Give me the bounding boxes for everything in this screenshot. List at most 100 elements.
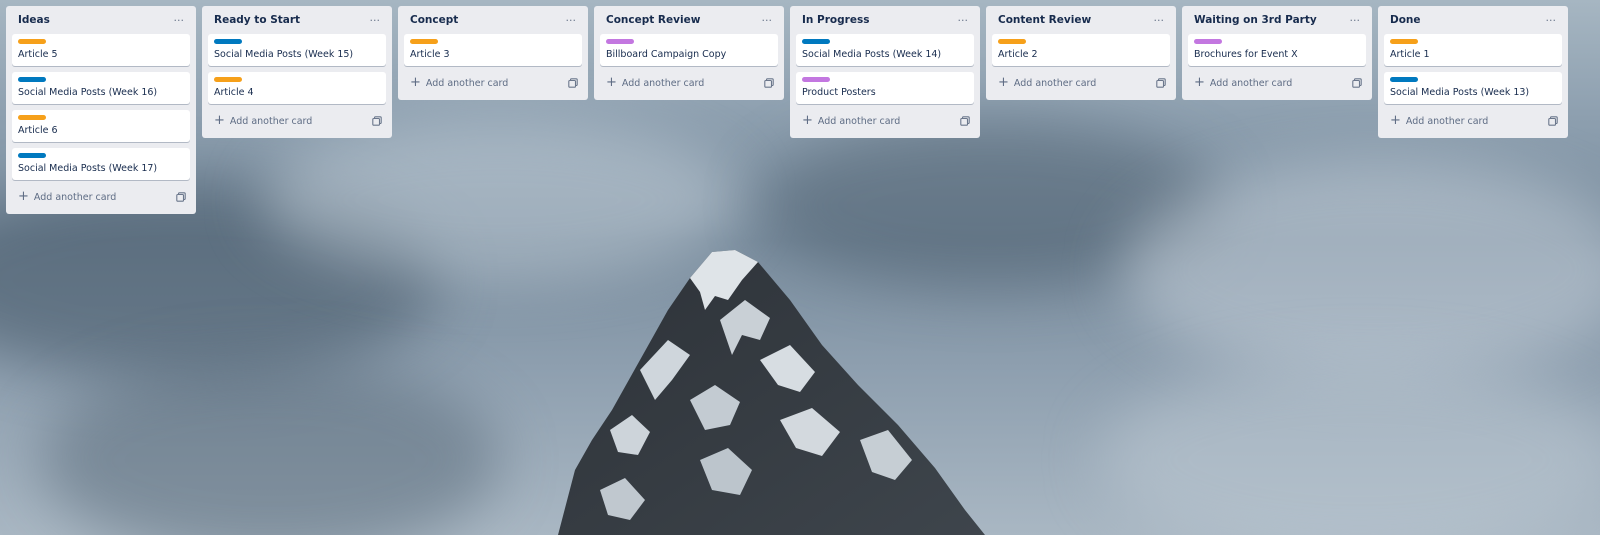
list-title[interactable]: Concept xyxy=(410,14,458,26)
add-card-row: + Add another card xyxy=(404,72,582,94)
card-title: Social Media Posts (Week 17) xyxy=(18,163,158,174)
list-header[interactable]: Concept Review ··· xyxy=(600,6,778,34)
add-card-label: Add another card xyxy=(425,77,509,89)
list-title[interactable]: Ideas xyxy=(18,14,50,26)
add-card-label: Add another card xyxy=(33,191,117,203)
list-header[interactable]: Ready to Start ··· xyxy=(208,6,386,34)
card-container: Article 2 xyxy=(992,34,1170,66)
card[interactable]: Social Media Posts (Week 15) xyxy=(208,34,386,66)
card-title: Social Media Posts (Week 13) xyxy=(1390,87,1530,98)
card-title: Article 5 xyxy=(18,49,58,60)
card-label-purple xyxy=(802,77,830,82)
add-card-label: Add another card xyxy=(1405,115,1489,127)
list-title[interactable]: Waiting on 3rd Party xyxy=(1194,14,1317,26)
list-column-5: Content Review ··· Article 2 + Add anoth… xyxy=(986,6,1176,100)
add-card-button[interactable]: + Add another card xyxy=(410,75,509,90)
add-card-button[interactable]: + Add another card xyxy=(802,114,900,127)
card-label-orange xyxy=(1390,39,1418,44)
plus-icon: + xyxy=(606,75,617,90)
card-title: Product Posters xyxy=(802,87,876,98)
list-header[interactable]: Concept ··· xyxy=(404,6,582,34)
list-menu-icon[interactable]: ··· xyxy=(956,14,971,27)
add-card-row: + Add another card xyxy=(12,186,190,208)
card[interactable]: Social Media Posts (Week 16) xyxy=(12,72,190,104)
card-title: Article 2 xyxy=(998,49,1038,60)
add-card-row: + Add another card xyxy=(208,110,386,132)
list-column-1: Ready to Start ··· Social Media Posts (W… xyxy=(202,6,392,138)
card-label-orange xyxy=(18,115,46,120)
list-header[interactable]: In Progress ··· xyxy=(796,6,974,34)
card-title: Billboard Campaign Copy xyxy=(606,49,727,60)
list-header[interactable]: Done ··· xyxy=(1384,6,1562,34)
card-label-orange xyxy=(998,39,1026,44)
add-card-row: + Add another card xyxy=(992,72,1170,94)
card-template-icon[interactable] xyxy=(176,192,186,202)
card-label-blue xyxy=(1390,77,1418,82)
card[interactable]: Billboard Campaign Copy xyxy=(600,34,778,66)
board-canvas: Ideas ··· Article 5 Social Media Posts (… xyxy=(0,0,1600,535)
card[interactable]: Social Media Posts (Week 14) xyxy=(796,34,974,66)
card-container: Brochures for Event X xyxy=(1188,34,1366,66)
card[interactable]: Product Posters xyxy=(796,72,974,104)
add-card-row: + Add another card xyxy=(1384,110,1562,132)
list-title[interactable]: Concept Review xyxy=(606,14,700,26)
card[interactable]: Article 6 xyxy=(12,110,190,142)
card-template-icon[interactable] xyxy=(1352,78,1362,88)
list-menu-icon[interactable]: ··· xyxy=(172,14,187,27)
card[interactable]: Article 5 xyxy=(12,34,190,66)
card-template-icon[interactable] xyxy=(1156,78,1166,88)
list-menu-icon[interactable]: ··· xyxy=(1544,14,1559,27)
add-card-label: Add another card xyxy=(1209,77,1293,89)
list-menu-icon[interactable]: ··· xyxy=(564,14,579,27)
list-title[interactable]: Content Review xyxy=(998,14,1091,26)
list-title[interactable]: Ready to Start xyxy=(214,14,300,26)
plus-icon: + xyxy=(1194,75,1205,90)
list-header[interactable]: Ideas ··· xyxy=(12,6,190,34)
card-template-icon[interactable] xyxy=(960,116,970,126)
card-template-icon[interactable] xyxy=(372,116,382,126)
card-container: Billboard Campaign Copy xyxy=(600,34,778,66)
card[interactable]: Article 1 xyxy=(1384,34,1562,66)
list-column-4: In Progress ··· Social Media Posts (Week… xyxy=(790,6,980,138)
card-title: Article 1 xyxy=(1390,49,1430,60)
add-card-label: Add another card xyxy=(621,77,705,89)
list-menu-icon[interactable]: ··· xyxy=(760,14,775,27)
card[interactable]: Article 3 xyxy=(404,34,582,66)
add-card-button[interactable]: + Add another card xyxy=(18,189,117,204)
add-card-row: + Add another card xyxy=(1188,72,1366,94)
plus-icon: + xyxy=(18,189,29,204)
card-label-orange xyxy=(18,39,46,44)
add-card-button[interactable]: + Add another card xyxy=(998,76,1096,89)
card[interactable]: Brochures for Event X xyxy=(1188,34,1366,66)
list-header[interactable]: Content Review ··· xyxy=(992,6,1170,34)
list-header[interactable]: Waiting on 3rd Party ··· xyxy=(1188,6,1366,34)
plus-icon: + xyxy=(1390,113,1401,128)
card-title: Article 6 xyxy=(18,125,58,136)
add-card-button[interactable]: + Add another card xyxy=(1390,113,1489,128)
list-column-0: Ideas ··· Article 5 Social Media Posts (… xyxy=(6,6,196,214)
list-title[interactable]: Done xyxy=(1390,14,1421,26)
card[interactable]: Social Media Posts (Week 17) xyxy=(12,148,190,180)
add-card-button[interactable]: + Add another card xyxy=(1194,75,1293,90)
list-menu-icon[interactable]: ··· xyxy=(1348,14,1363,27)
card-template-icon[interactable] xyxy=(764,78,774,88)
card-title: Social Media Posts (Week 14) xyxy=(802,49,942,60)
card-title: Social Media Posts (Week 15) xyxy=(214,49,354,60)
card-container: Article 3 xyxy=(404,34,582,66)
add-card-label: Add another card xyxy=(229,115,313,127)
card[interactable]: Social Media Posts (Week 13) xyxy=(1384,72,1562,104)
list-menu-icon[interactable]: ··· xyxy=(368,14,383,27)
card[interactable]: Article 4 xyxy=(208,72,386,104)
add-card-button[interactable]: + Add another card xyxy=(606,75,705,90)
list-title[interactable]: In Progress xyxy=(802,14,869,26)
card-template-icon[interactable] xyxy=(568,78,578,88)
card-label-blue xyxy=(18,153,46,158)
add-card-button[interactable]: + Add another card xyxy=(214,114,313,127)
list-menu-icon[interactable]: ··· xyxy=(1152,14,1167,27)
card-template-icon[interactable] xyxy=(1548,116,1558,126)
list-column-7: Done ··· Article 1 Social Media Posts (W… xyxy=(1378,6,1568,138)
card[interactable]: Article 2 xyxy=(992,34,1170,66)
card-label-purple xyxy=(1194,39,1222,44)
plus-icon: + xyxy=(410,75,421,90)
card-container: Article 5 Social Media Posts (Week 16) A… xyxy=(12,34,190,180)
